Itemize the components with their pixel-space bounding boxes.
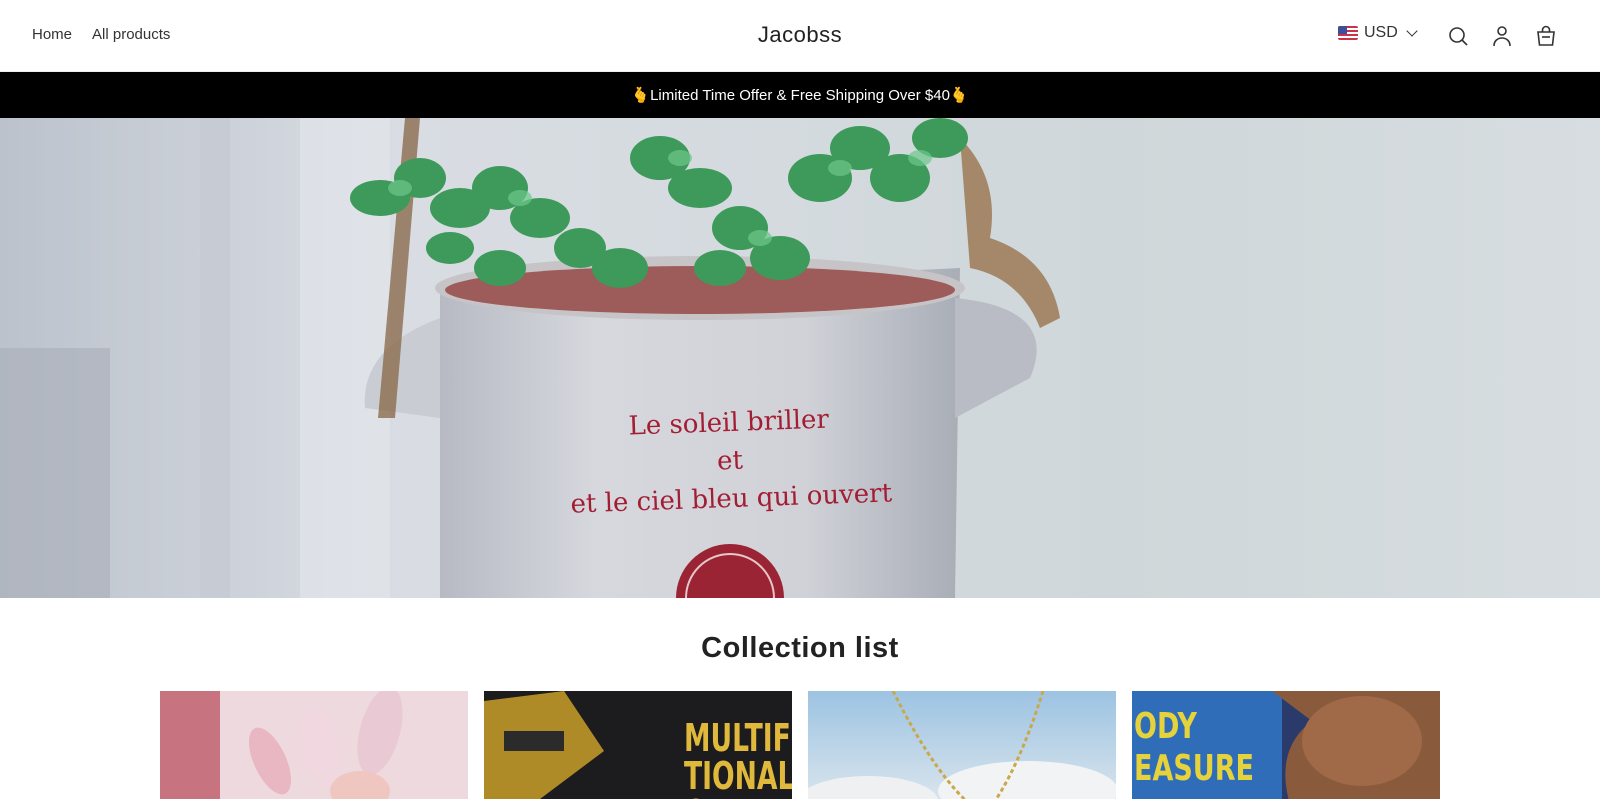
hero-banner: Le soleil briller et et le ciel bleu qui… — [0, 118, 1600, 598]
hero-image — [0, 118, 1600, 598]
body-text-line-2: EASURE — [1134, 748, 1254, 789]
site-header: Home All products Jacobss USD — [0, 0, 1600, 72]
account-icon[interactable] — [1490, 24, 1514, 48]
collection-title: Collection list — [701, 632, 899, 664]
main-nav: Home All products — [32, 26, 170, 43]
announcement-bar: 🫰Limited Time Offer & Free Shipping Over… — [0, 72, 1600, 118]
body-card-text: ODY EASURE — [1134, 709, 1254, 787]
nav-all-products-link[interactable]: All products — [92, 26, 170, 43]
collection-card-tools[interactable]: MULTIFU TIONAL CR — [484, 691, 792, 799]
body-text-line-1: ODY — [1134, 706, 1197, 747]
tools-card-text: MULTIFU TIONAL CR — [684, 719, 792, 799]
collection-card-jewelry[interactable] — [808, 691, 1116, 799]
collection-card-body[interactable]: ODY EASURE — [1132, 691, 1440, 799]
us-flag-icon — [1338, 26, 1358, 40]
announcement-text: 🫰Limited Time Offer & Free Shipping Over… — [631, 87, 969, 104]
nav-home-link[interactable]: Home — [32, 26, 72, 43]
tools-text-line-2: TIONAL CR — [684, 754, 792, 799]
brand-logo-text[interactable]: Jacobss — [758, 22, 842, 47]
cart-icon[interactable] — [1534, 24, 1558, 48]
currency-selector[interactable]: USD — [1338, 24, 1418, 42]
jewelry-image — [808, 691, 1116, 799]
collection-grid: MULTIFU TIONAL CR ODY EASURE — [160, 691, 1440, 799]
search-icon[interactable] — [1446, 24, 1470, 48]
mug-text: Le soleil briller et et le ciel bleu qui… — [558, 398, 902, 524]
collection-card-nails[interactable] — [160, 691, 468, 799]
currency-label: USD — [1364, 24, 1398, 41]
nails-image — [160, 691, 468, 799]
tools-text-line-1: MULTIFU — [684, 716, 792, 760]
chevron-down-icon — [1406, 25, 1418, 37]
